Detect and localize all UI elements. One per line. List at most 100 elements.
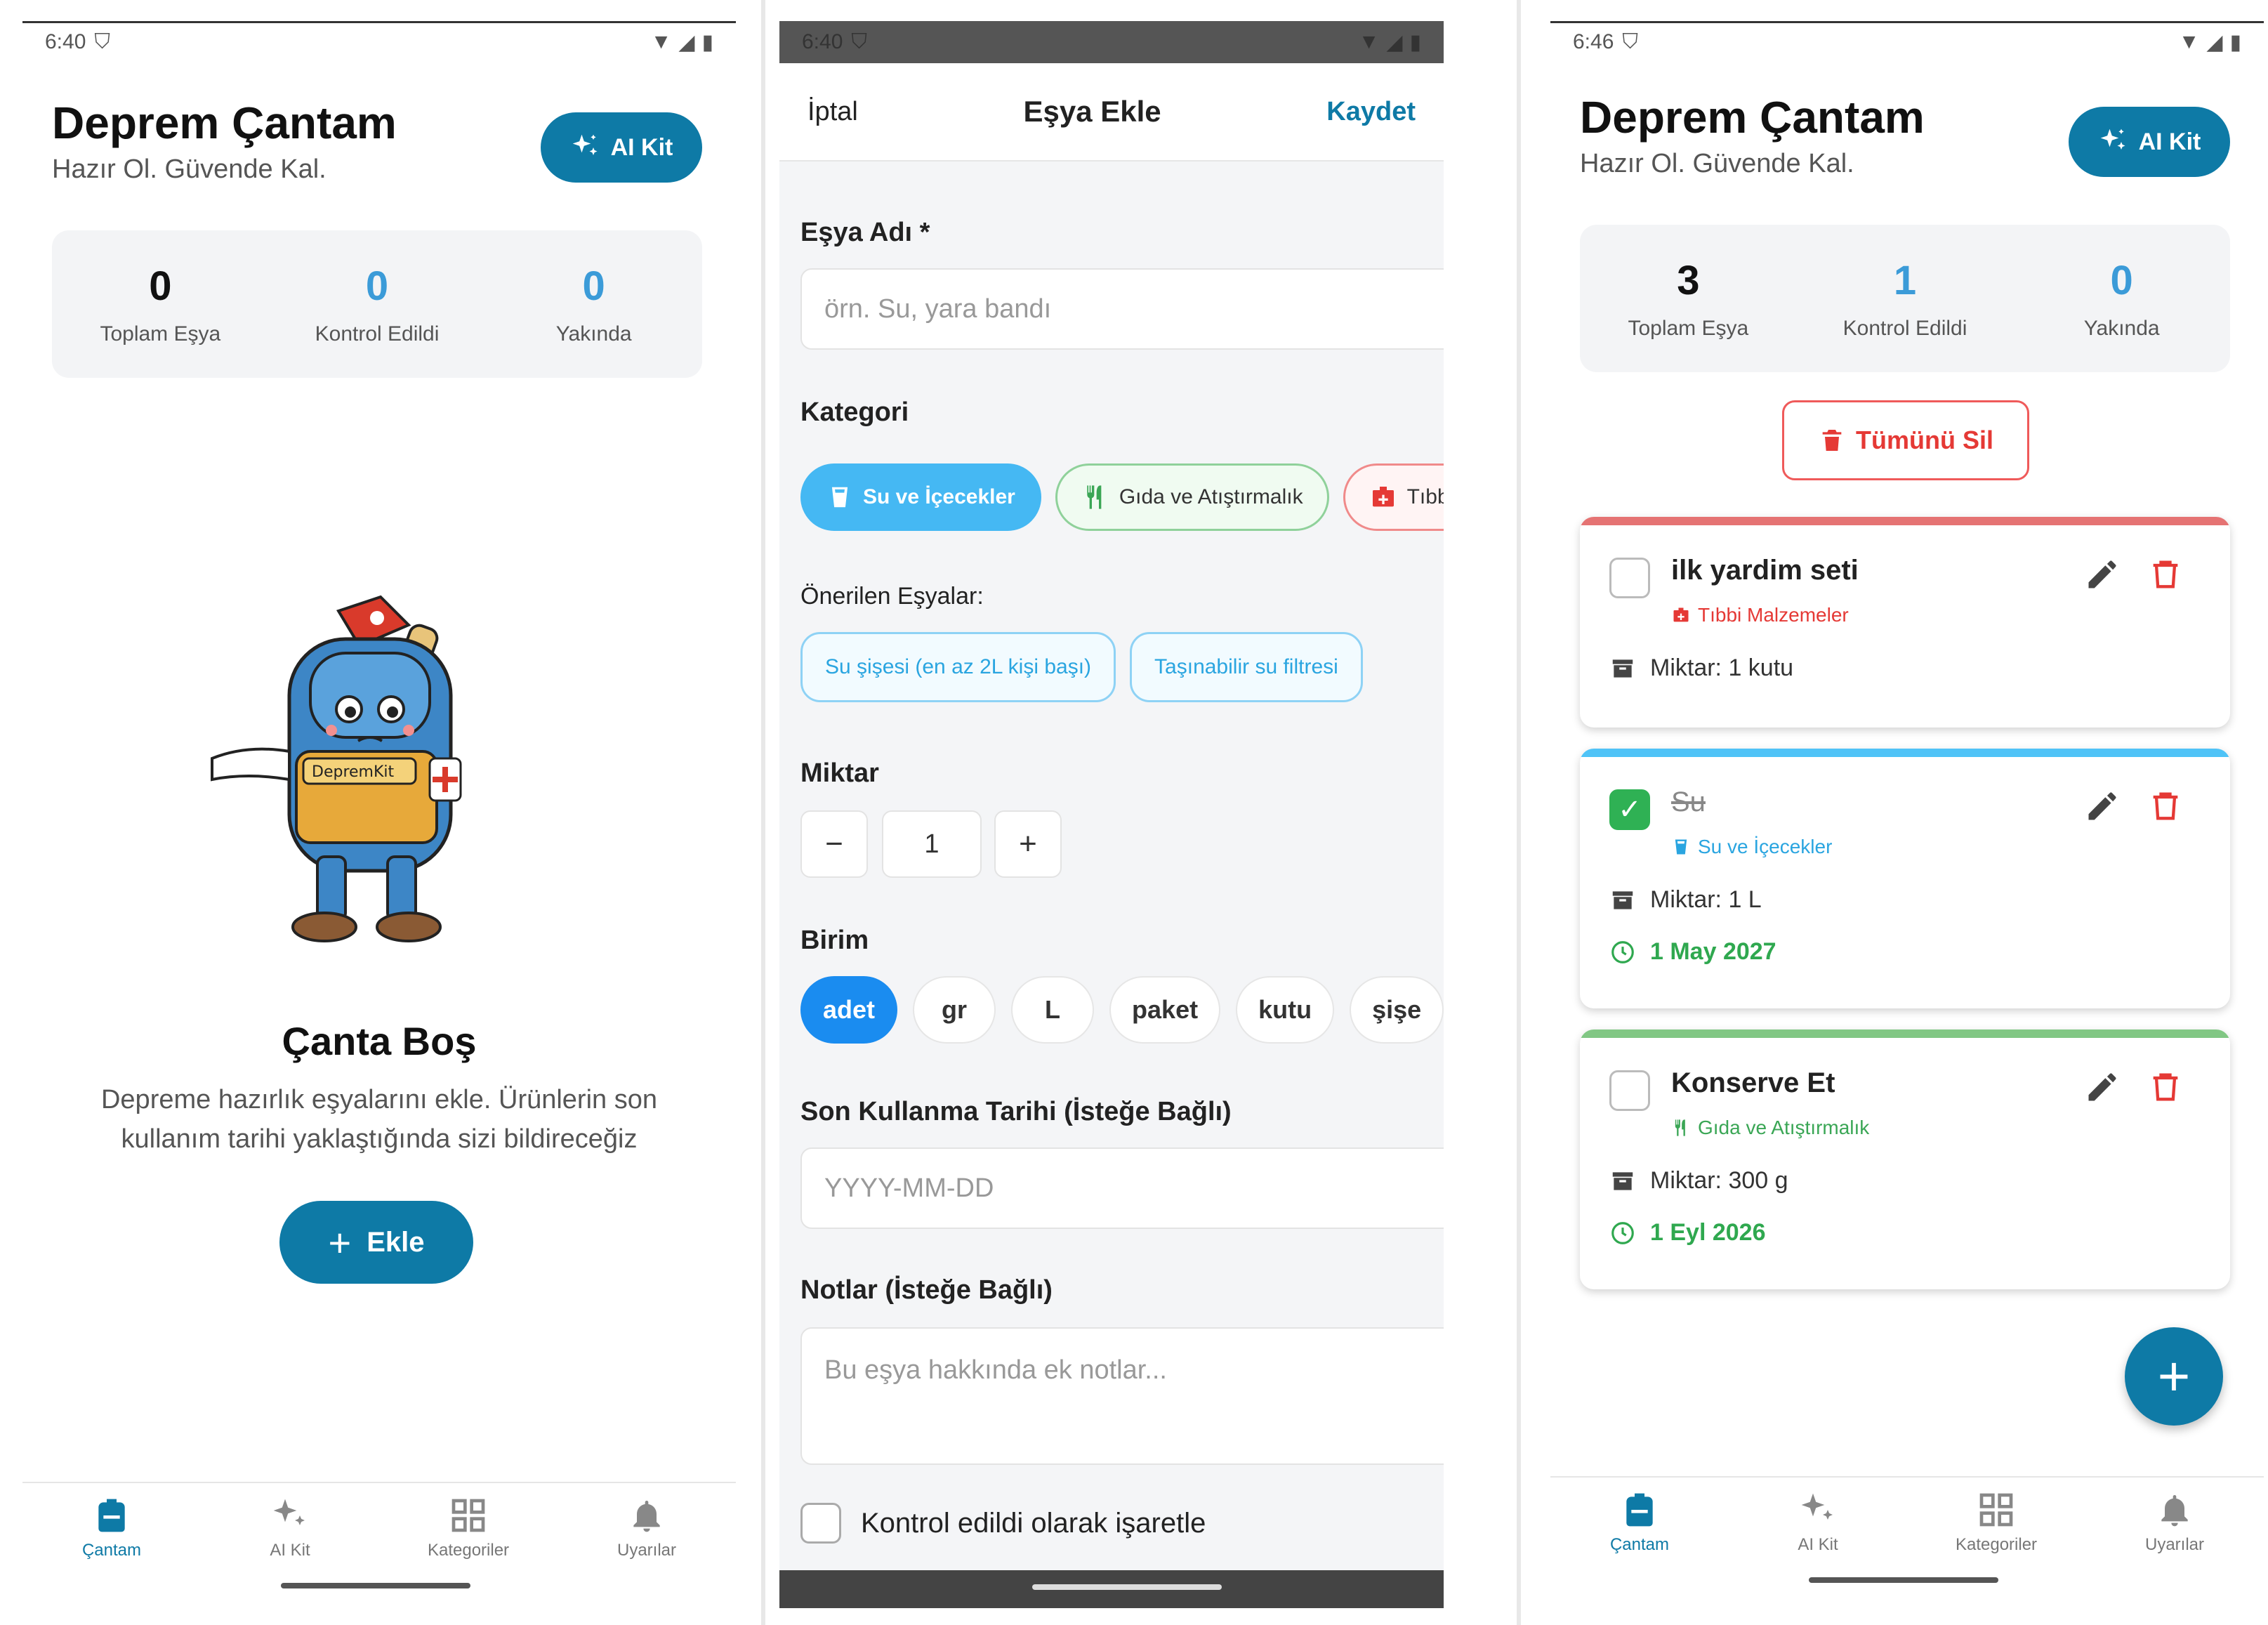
ai-kit-button[interactable]: AI Kit [541,112,702,183]
item-card[interactable]: ✓ Su Su ve İçecekler Miktar: 1 L 1 May 2… [1580,749,2230,1008]
item-checkbox[interactable] [1609,558,1650,598]
shield-icon: ⛉ [851,30,867,53]
unit-chip[interactable]: kutu [1236,976,1335,1044]
sparkle-icon [273,1499,305,1525]
stat-label: Kontrol Edildi [315,322,440,346]
unit-chip[interactable]: gr [913,976,996,1044]
medical-kit-icon [1372,487,1394,507]
cancel-button[interactable]: İptal [807,97,858,127]
app-title: Deprem Çantam [52,98,397,148]
save-button[interactable]: Kaydet [1326,97,1416,127]
unit-label: Birim [800,926,869,955]
utensils-icon [1087,485,1102,509]
nav-item-categories[interactable]: Kategoriler [1907,1478,2085,1567]
bottom-nav: Çantam AI Kit Kategoriler Uyarılar [1550,1476,2264,1567]
item-quantity-row: Miktar: 300 g [1609,1167,1788,1195]
phone-home-list: 6:46 ⛉ ▼ ◢ ▮ Deprem Çantam Hazır Ol. Güvend… [1550,21,2264,1608]
screenshot-canvas: 6:40 ⛉ ▼ ◢ ▮ Deprem Çantam Hazır Ol. Güvend… [0,0,2268,1625]
trash-icon[interactable] [2147,788,2184,824]
item-card[interactable]: Konserve Et Gıda ve Atıştırmalık Miktar:… [1580,1029,2230,1289]
trash-icon[interactable] [2147,556,2184,593]
category-chip-water[interactable]: Su ve İçecekler [800,463,1041,531]
status-time: 6:40 [45,30,86,53]
unit-chip[interactable]: L [1011,976,1095,1044]
edit-pencil-icon[interactable] [2084,556,2121,593]
name-input[interactable]: örn. Su, yara bandı [800,268,1444,350]
cup-icon [1675,839,1687,855]
nav-label: Kategoriler [1955,1535,2038,1554]
nav-item-categories[interactable]: Kategoriler [379,1483,558,1573]
nav-item-bag[interactable]: Çantam [22,1483,201,1573]
item-expiry-date: 1 May 2027 [1650,938,1776,965]
medical-kit-icon [1673,607,1689,622]
stat-checked: 0 Kontrol Edildi [269,230,486,378]
home-indicator [1809,1577,1998,1583]
quantity-input[interactable]: 1 [882,810,982,878]
unit-chip[interactable]: paket [1109,976,1221,1044]
nav-item-bag[interactable]: Çantam [1550,1478,1729,1567]
item-expiry-row: 1 Eyl 2026 [1609,1219,1765,1246]
quantity-decrement-button[interactable]: − [800,810,868,878]
trash-icon [1822,430,1842,451]
stat-value: 0 [365,263,389,309]
quantity-increment-button[interactable]: + [994,810,1062,878]
item-checkbox[interactable] [1609,1070,1650,1111]
box-icon [1612,1171,1633,1190]
nav-item-ai-kit[interactable]: AI Kit [1729,1478,1907,1567]
nav-item-alerts[interactable]: Uyarılar [2085,1478,2264,1567]
ai-kit-label: AI Kit [610,133,673,161]
item-checkbox-checked[interactable]: ✓ [1609,789,1650,830]
mascot-label: DepremKit [312,763,395,781]
checked-checkbox[interactable] [800,1503,841,1544]
bottom-nav: Çantam AI Kit Kategoriler Uyarılar [22,1482,736,1573]
suggested-item[interactable]: Taşınabilir su filtresi [1130,632,1363,702]
delete-all-label: Tümünü Sil [1856,426,1993,454]
stat-label: Kontrol Edildi [1842,316,1967,340]
wifi-icon: ▼ [2178,30,2200,53]
sparkle-icon [572,134,598,155]
unit-chips: adet gr L paket kutu şişe [800,976,1444,1044]
stat-value: 1 [1893,257,1917,303]
signal-icon: ◢ [1386,30,1403,54]
panel-divider [1517,0,1521,1625]
sparkle-icon [2100,129,2125,150]
nav-item-alerts[interactable]: Uyarılar [558,1483,736,1573]
add-item-fab[interactable]: + [2125,1327,2223,1426]
notes-textarea[interactable]: Bu eşya hakkında ek notlar... [800,1327,1444,1465]
edit-pencil-icon[interactable] [2084,788,2121,824]
plus-icon: + [328,1220,352,1265]
item-category: Tıbbi Malzemeler [1671,604,1849,626]
nav-item-ai-kit[interactable]: AI Kit [201,1483,379,1573]
chip-label: Gıda ve Atıştırmalık [1119,485,1303,508]
unit-chip[interactable]: adet [800,976,898,1044]
item-category: Gıda ve Atıştırmalık [1671,1117,1869,1139]
signal-icon: ◢ [2206,30,2223,54]
shield-icon: ⛉ [1622,30,1638,53]
expiry-date-input[interactable]: YYYY-MM-DD [800,1147,1444,1229]
stat-total: 0 Toplam Eşya [52,230,269,378]
add-item-button[interactable]: + Ekle [279,1201,473,1284]
modal-title: Eşya Ekle [1023,95,1161,128]
unit-chip[interactable]: şişe [1350,976,1444,1044]
nav-label: Çantam [1609,1535,1670,1554]
nav-label: Kategoriler [427,1541,510,1560]
edit-pencil-icon[interactable] [2084,1069,2121,1105]
add-label: Ekle [367,1226,425,1258]
home-indicator [281,1583,470,1588]
suggested-item[interactable]: Su şişesi (en az 2L kişi başı) [800,632,1116,702]
item-name: Su [1671,787,1706,817]
chip-label: Tıbbi M [1406,485,1444,508]
checked-toggle-row[interactable]: Kontrol edildi olarak işaretle [800,1503,1206,1544]
delete-all-button[interactable]: Tümünü Sil [1782,400,2029,480]
item-quantity-row: Miktar: 1 kutu [1609,654,1793,682]
plus-icon: + [2157,1345,2191,1407]
category-chip-food[interactable]: Gıda ve Atıştırmalık [1055,463,1329,531]
item-card[interactable]: ilk yardim seti Tıbbi Malzemeler Miktar:… [1580,517,2230,728]
trash-icon[interactable] [2147,1069,2184,1105]
checked-label: Kontrol edildi olarak işaretle [861,1507,1206,1539]
app-subtitle: Hazır Ol. Güvende Kal. [52,154,327,184]
clock-icon [1611,1221,1634,1244]
category-chip-medical[interactable]: Tıbbi M [1343,463,1444,531]
stats-panel: 0 Toplam Eşya 0 Kontrol Edildi 0 Yakında [52,230,702,378]
ai-kit-button[interactable]: AI Kit [2069,107,2230,177]
